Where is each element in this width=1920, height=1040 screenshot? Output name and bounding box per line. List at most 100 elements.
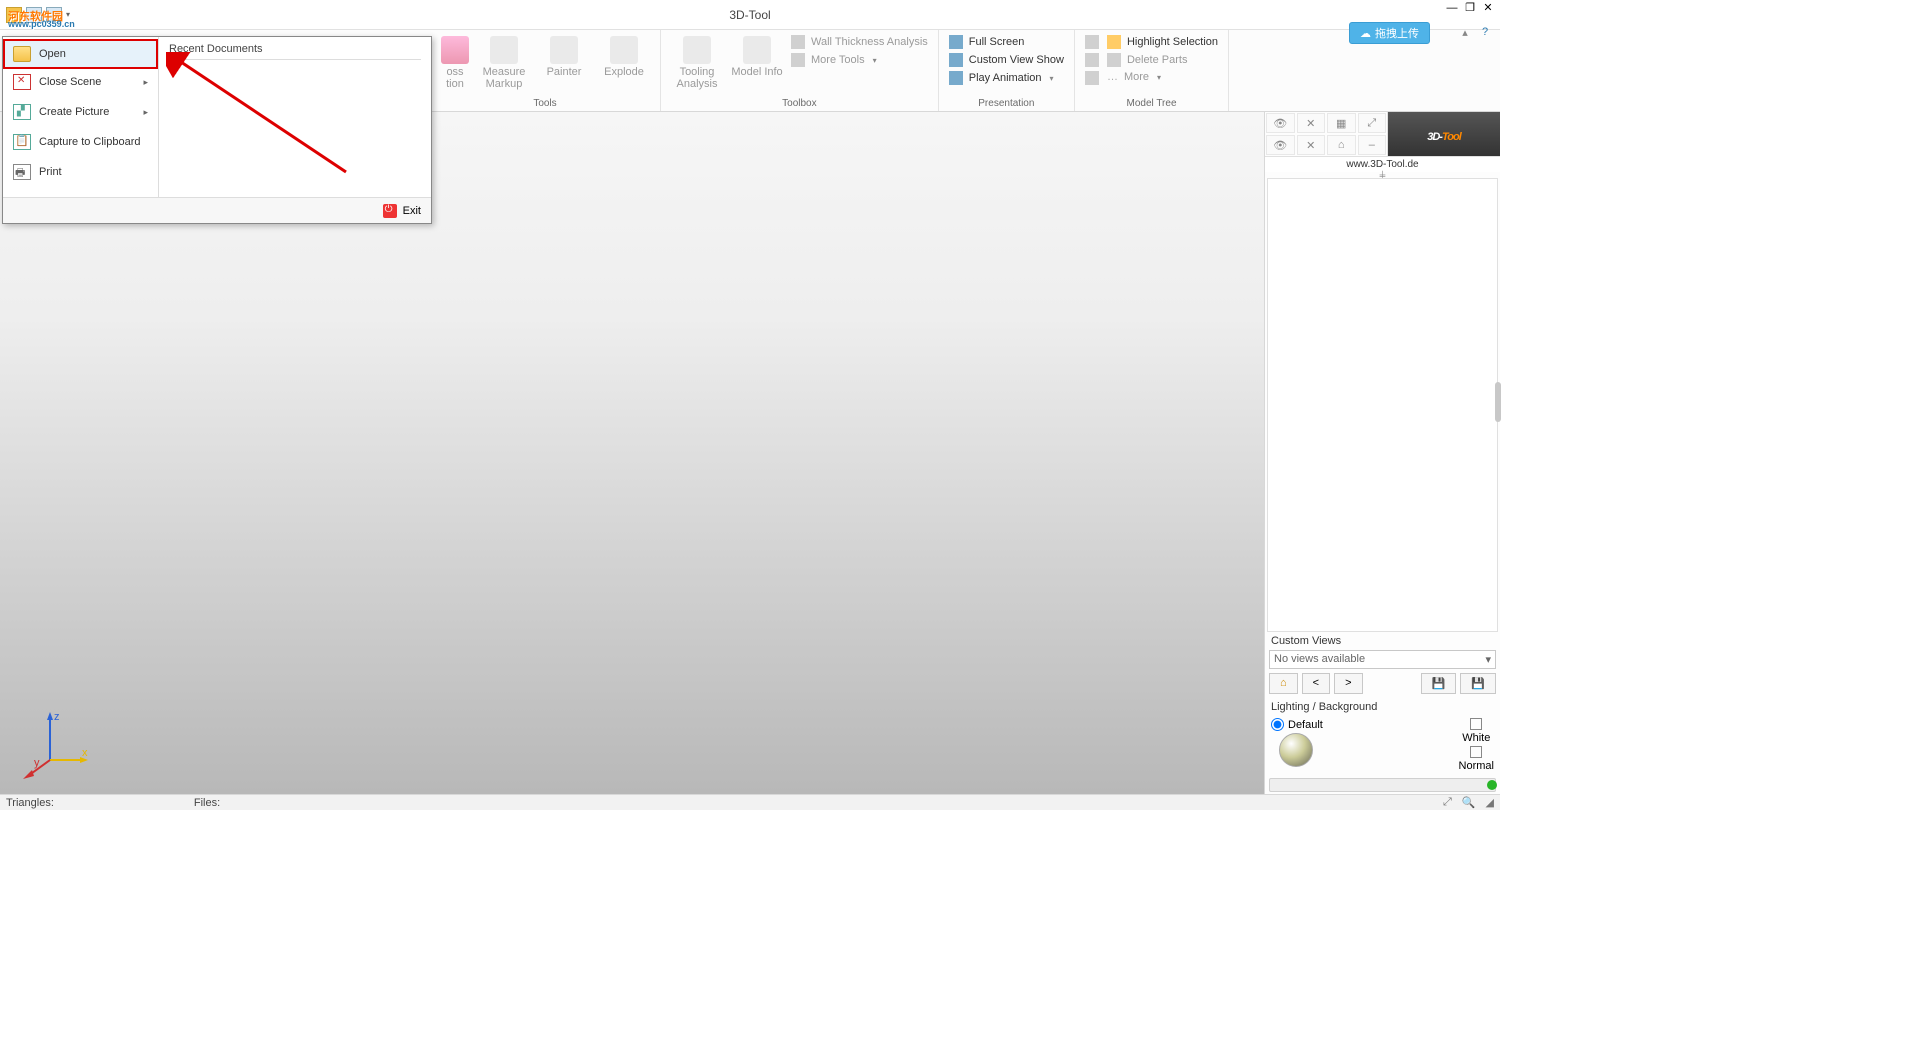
measure-label: Measure Markup — [483, 66, 526, 90]
file-menu-close-scene-label: Close Scene — [39, 76, 101, 88]
tree-icon — [1085, 35, 1099, 49]
delete-parts-button[interactable]: Delete Parts — [1107, 52, 1218, 68]
close-button[interactable]: ✕ — [1480, 2, 1496, 16]
file-menu-open[interactable]: Open — [3, 39, 158, 69]
custom-views-combo[interactable]: No views available ▾ — [1269, 650, 1496, 669]
more-tree-button[interactable]: … More ▾ — [1107, 70, 1218, 84]
cloud-icon: ☁ — [1360, 27, 1371, 40]
custom-view-show-button[interactable]: Custom View Show — [949, 52, 1064, 68]
explode-icon — [610, 36, 638, 64]
minimize-button[interactable]: — — [1444, 2, 1460, 16]
title-bar: ▾ 3D-Tool — ❐ ✕ — [0, 0, 1500, 30]
right-panel-toolbar: 👁 ✕ ▦ ⤢ 👁 ✕ ⌂ – 3D-Tool — [1265, 112, 1500, 157]
tree-btn-2[interactable] — [1085, 52, 1099, 68]
qat-dropdown-icon[interactable]: ▾ — [66, 10, 70, 19]
view-home-button[interactable]: ⌂ — [1269, 673, 1298, 694]
custom-view-show-icon — [949, 53, 963, 67]
view-prev-button[interactable]: < — [1302, 673, 1330, 694]
tools-group-label: Tools — [440, 98, 650, 109]
measure-button[interactable]: Measure Markup — [478, 34, 530, 90]
default-radio-input[interactable] — [1271, 718, 1284, 731]
status-files: Files: — [194, 797, 220, 809]
wall-thickness-button[interactable]: Wall Thickness Analysis — [791, 34, 928, 50]
app-logo: 3D-Tool — [1388, 112, 1500, 156]
measure-icon — [490, 36, 518, 64]
qat-icon-1[interactable] — [6, 7, 22, 23]
more-tools-button[interactable]: More Tools ▾ — [791, 52, 928, 68]
tooling-analysis-button[interactable]: Tooling Analysis — [671, 34, 723, 90]
file-menu-close-scene[interactable]: Close Scene ▸ — [3, 67, 158, 97]
file-menu-exit[interactable]: Exit — [403, 205, 421, 217]
window-controls: — ❐ ✕ — [1444, 2, 1496, 16]
svg-text:y: y — [34, 757, 40, 769]
cross-section-button[interactable]: oss tion — [440, 34, 470, 90]
painter-button[interactable]: Painter — [538, 34, 590, 78]
view-next-button[interactable]: > — [1334, 673, 1362, 694]
cross-section-label: oss tion — [446, 66, 464, 90]
tree-btn-1[interactable] — [1085, 34, 1099, 50]
file-menu-print[interactable]: Print — [3, 157, 158, 187]
picture-icon — [13, 104, 31, 120]
rp-expand-button[interactable]: ⤢ — [1358, 113, 1387, 133]
file-menu-capture-clipboard-label: Capture to Clipboard — [39, 136, 141, 148]
highlight-selection-button[interactable]: Highlight Selection — [1107, 34, 1218, 50]
view-save-button[interactable]: 💾 — [1421, 673, 1457, 694]
more-tools-icon — [791, 53, 805, 67]
full-screen-label: Full Screen — [969, 36, 1025, 48]
upload-badge[interactable]: ☁ 拖拽上传 — [1349, 22, 1430, 44]
ribbon-group-model-tree: Highlight Selection Delete Parts … More … — [1075, 30, 1229, 111]
highlight-icon — [1107, 35, 1121, 49]
default-label: Default — [1288, 719, 1323, 731]
rp-eye2-button[interactable]: 👁 — [1266, 135, 1295, 155]
restore-button[interactable]: ❐ — [1462, 2, 1478, 16]
file-menu-capture-clipboard[interactable]: Capture to Clipboard — [3, 127, 158, 157]
rp-x-button[interactable]: ✕ — [1297, 113, 1326, 133]
tree-icon — [1085, 71, 1099, 85]
file-menu-recent: Recent Documents — [159, 37, 431, 197]
file-menu-left: Open Close Scene ▸ Create Picture ▸ Capt… — [3, 37, 159, 197]
tooling-analysis-label: Tooling Analysis — [677, 66, 718, 90]
toolbox-group-label: Toolbox — [671, 98, 928, 109]
default-lighting-radio[interactable]: Default — [1271, 718, 1323, 731]
lighting-sphere[interactable] — [1279, 733, 1313, 767]
qat-icon-3[interactable] — [46, 7, 62, 23]
status-zoom-icon[interactable]: ⤢ — [1443, 796, 1452, 809]
more-tools-label: More Tools — [811, 54, 865, 66]
svg-text:x: x — [82, 747, 88, 759]
lighting-slider[interactable] — [1269, 778, 1496, 792]
play-animation-label: Play Animation — [969, 72, 1042, 84]
rp-home-button[interactable]: ⌂ — [1327, 135, 1356, 155]
status-dot-green — [1487, 780, 1497, 790]
model-tree-panel[interactable] — [1267, 178, 1498, 632]
help-icon[interactable]: ? — [1478, 26, 1492, 39]
file-menu-create-picture[interactable]: Create Picture ▸ — [3, 97, 158, 127]
view-save2-button[interactable]: 💾 — [1460, 673, 1496, 694]
more-tree-label: More — [1124, 71, 1149, 83]
status-search-icon[interactable]: 🔍 — [1462, 796, 1476, 809]
folder-open-icon — [13, 46, 31, 62]
options-caret-icon[interactable]: ▴ — [1458, 26, 1472, 39]
rp-minus-button[interactable]: – — [1358, 135, 1387, 155]
chevron-right-icon: ▸ — [143, 77, 148, 88]
file-menu-create-picture-label: Create Picture — [39, 106, 109, 118]
lighting-label: Lighting / Background — [1265, 698, 1500, 716]
custom-views-value: No views available — [1274, 653, 1365, 666]
rp-grid-button[interactable]: ▦ — [1327, 113, 1356, 133]
status-grip-icon[interactable]: ◢ — [1486, 796, 1494, 809]
rp-eye-button[interactable]: 👁 — [1266, 113, 1295, 133]
tree-btn-3[interactable] — [1085, 70, 1099, 86]
explode-button[interactable]: Explode — [598, 34, 650, 78]
white-checkbox[interactable] — [1470, 718, 1482, 730]
model-info-label: Model Info — [731, 66, 782, 78]
wall-thickness-label: Wall Thickness Analysis — [811, 36, 928, 48]
qat-icon-2[interactable] — [26, 7, 42, 23]
model-info-button[interactable]: Model Info — [731, 34, 783, 78]
normal-checkbox[interactable] — [1470, 746, 1482, 758]
scrollbar-thumb[interactable] — [1495, 382, 1501, 422]
custom-views-label: Custom Views — [1265, 632, 1500, 650]
right-panel: 👁 ✕ ▦ ⤢ 👁 ✕ ⌂ – 3D-Tool www.3D-Tool.de ╪… — [1264, 112, 1500, 794]
play-animation-button[interactable]: Play Animation ▾ — [949, 70, 1064, 86]
chevron-down-icon: ▾ — [873, 56, 877, 65]
full-screen-button[interactable]: Full Screen — [949, 34, 1064, 50]
rp-x2-button[interactable]: ✕ — [1297, 135, 1326, 155]
